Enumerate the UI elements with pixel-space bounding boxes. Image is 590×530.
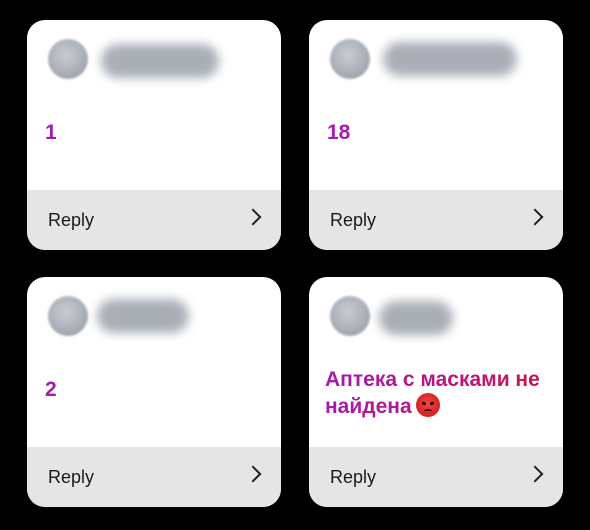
chevron-right-icon	[526, 465, 544, 483]
reply-label: Reply	[48, 210, 95, 230]
chevron-right-icon	[244, 208, 262, 226]
blurred-username	[97, 299, 189, 333]
reply-card-4: Аптека с масками не найдена Reply	[309, 277, 563, 507]
avatar[interactable]	[330, 39, 370, 79]
reply-label: Reply	[48, 467, 95, 487]
card-content: 2	[27, 277, 281, 447]
reply-card-2: 18 Reply	[309, 20, 563, 250]
reply-button[interactable]: Reply	[27, 447, 281, 507]
reply-card-3: 2 Reply	[27, 277, 281, 507]
card-content: 1	[27, 20, 281, 190]
reply-label: Reply	[330, 210, 377, 230]
blurred-username	[101, 44, 219, 78]
avatar[interactable]	[48, 296, 88, 336]
chevron-right-icon	[526, 208, 544, 226]
card-content: 18	[309, 20, 563, 190]
card-content: Аптека с масками не найдена	[309, 277, 563, 447]
avatar[interactable]	[48, 39, 88, 79]
blurred-username	[379, 301, 453, 335]
message-text: 18	[327, 120, 549, 146]
blurred-username	[383, 42, 517, 76]
angry-face-icon	[415, 393, 440, 417]
chevron-right-icon	[244, 465, 262, 483]
avatar[interactable]	[330, 296, 370, 336]
message-text: 1	[45, 120, 267, 146]
reply-button[interactable]: Reply	[27, 190, 281, 250]
message-block: Аптека с масками не найдена	[325, 367, 549, 420]
reply-card-1: 1 Reply	[27, 20, 281, 250]
message-text: 2	[45, 377, 267, 403]
reply-button[interactable]: Reply	[309, 447, 563, 507]
reply-label: Reply	[330, 467, 377, 487]
reply-button[interactable]: Reply	[309, 190, 563, 250]
